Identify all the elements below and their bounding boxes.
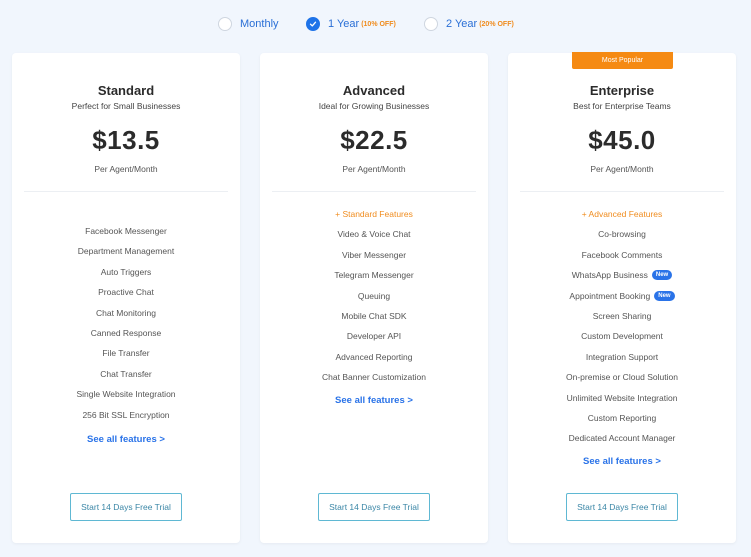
feature-label: Appointment Booking [569,290,651,301]
plan-price: $22.5 [340,125,408,155]
billing-option-1-year[interactable]: 1 Year (10% OFF) [306,17,396,31]
start-trial-button[interactable]: Start 14 Days Free Trial [318,493,430,521]
feature-item: Facebook Messenger [85,226,167,236]
feature-list: + Standard Features Video & Voice Chat V… [260,204,488,388]
feature-list: + Advanced Features Co-browsing Facebook… [508,204,736,449]
feature-item: Unlimited Website Integration [566,392,678,403]
plan-name: Enterprise [589,83,655,98]
feature-item: Telegram Messenger [334,270,414,281]
feature-item: Facebook Comments [581,249,663,260]
feature-item: Screen Sharing [592,310,652,321]
billing-option-label: Monthly [240,18,279,30]
feature-item: WhatsApp Business New [508,265,736,285]
plan-subtitle: Best for Enterprise Teams [573,101,671,111]
divider [24,191,228,192]
see-all-features-link[interactable]: See all features > [12,434,240,445]
see-all-features-link[interactable]: See all features > [508,456,736,467]
feature-item: Mobile Chat SDK [341,310,407,321]
billing-period-selector: Monthly 1 Year (10% OFF) 2 Year (20% OFF… [0,17,751,35]
feature-item: Dedicated Account Manager [568,433,676,444]
plan-card-advanced: Advanced Ideal for Growing Businesses $2… [260,53,488,543]
feature-item: Co-browsing [598,229,646,240]
start-trial-button[interactable]: Start 14 Days Free Trial [566,493,678,521]
price-period: Per Agent/Month [342,164,406,174]
feature-item: Developer API [346,331,402,342]
divider [520,191,724,192]
feature-item: Chat Monitoring [95,307,156,318]
plan-price: $13.5 [92,125,160,155]
plan-card-enterprise: Enterprise Best for Enterprise Teams $45… [508,53,736,543]
divider [272,191,476,192]
included-plan-features: + Advanced Features [581,209,663,219]
billing-option-monthly[interactable]: Monthly [218,17,279,31]
plan-price: $45.0 [588,125,656,155]
feature-list: Facebook Messenger Department Management… [12,221,240,425]
feature-item: Auto Triggers [100,266,152,277]
price-period: Per Agent/Month [94,164,158,174]
feature-item: Appointment Booking New [508,286,736,306]
most-popular-badge: Most Popular [572,52,673,69]
feature-item: Canned Response [90,327,162,338]
feature-item: Custom Development [581,331,663,342]
new-badge: New [654,290,675,301]
feature-item: Queuing [357,290,391,301]
feature-item: File Transfer [102,348,150,359]
radio-unchecked-icon[interactable] [218,17,232,31]
price-period: Per Agent/Month [590,164,654,174]
new-badge: New [651,270,673,281]
discount-label: (10% OFF) [361,20,396,28]
feature-item: Chat Banner Customization [322,372,426,383]
feature-item: Integration Support [585,351,659,362]
feature-item: 256 Bit SSL Encryption [82,409,170,420]
radio-checked-icon[interactable] [306,17,320,31]
feature-item: Proactive Chat [98,287,154,298]
see-all-features-link[interactable]: See all features > [260,395,488,406]
billing-option-label: 1 Year [328,18,360,30]
billing-option-2-year[interactable]: 2 Year (20% OFF) [424,17,514,31]
feature-item: Custom Reporting [587,412,657,423]
start-trial-button[interactable]: Start 14 Days Free Trial [70,493,182,521]
feature-item: Chat Transfer [100,368,152,379]
plan-subtitle: Perfect for Small Businesses [71,101,181,111]
feature-label: WhatsApp Business [571,270,648,281]
feature-item: Advanced Reporting [335,351,413,362]
feature-item: On-premise or Cloud Solution [566,372,678,383]
feature-item: Single Website Integration [76,389,176,400]
discount-label: (20% OFF) [479,20,514,28]
plan-card-standard: Standard Perfect for Small Businesses $1… [12,53,240,543]
feature-item: Department Management [77,246,175,257]
feature-item: Video & Voice Chat [337,229,411,240]
plan-subtitle: Ideal for Growing Businesses [318,101,430,111]
radio-unchecked-icon[interactable] [424,17,438,31]
billing-option-label: 2 Year [446,18,478,30]
feature-item: Viber Messenger [341,249,407,260]
included-plan-features: + Standard Features [335,209,413,219]
plan-name: Standard [97,83,155,98]
plan-name: Advanced [342,83,406,98]
